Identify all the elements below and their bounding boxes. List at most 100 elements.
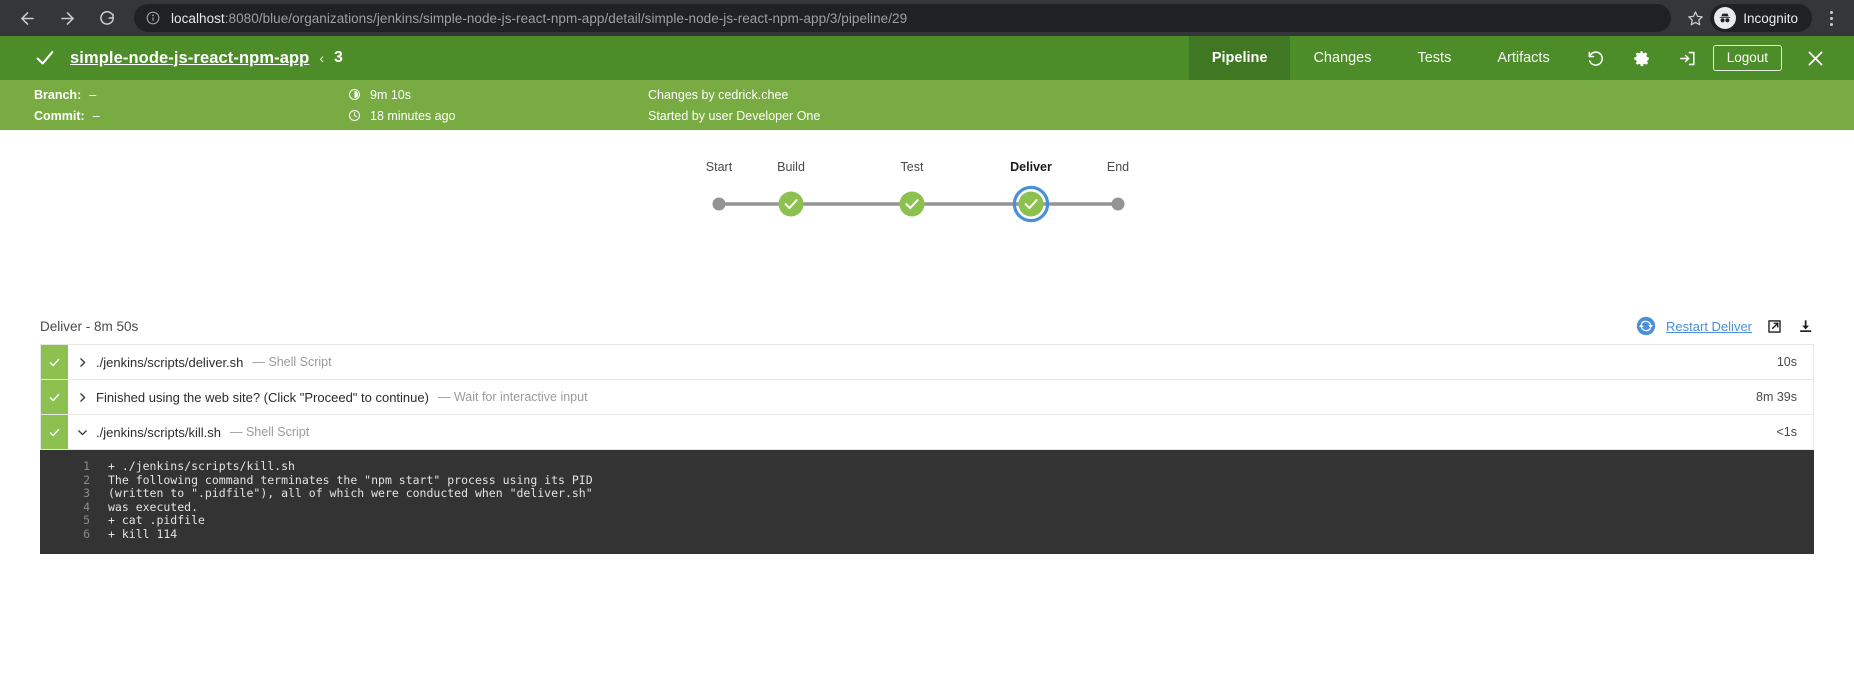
- profile-label: Incognito: [1743, 10, 1798, 26]
- time-value: 18 minutes ago: [370, 108, 456, 123]
- tab-pipeline[interactable]: Pipeline: [1188, 36, 1291, 80]
- address-bar-text: localhost:8080/blue/organizations/jenkin…: [171, 11, 907, 26]
- duration-value: 9m 10s: [370, 87, 411, 102]
- metadata-column-scm: Branch: – Commit: –: [0, 80, 348, 130]
- list-item: 4 was executed.: [40, 499, 1814, 515]
- gear-icon[interactable]: [1619, 36, 1665, 80]
- stage-label-end[interactable]: End: [1107, 160, 1129, 174]
- list-item: 5 + cat .pidfile: [40, 514, 1814, 528]
- line-text: The following command terminates the "np…: [108, 472, 593, 487]
- success-check-icon: [34, 47, 56, 69]
- bookmark-star-icon[interactable]: [1681, 10, 1704, 27]
- time-row: 18 minutes ago: [348, 109, 648, 123]
- branch-value: –: [89, 87, 97, 102]
- pipeline-header: simple-node-js-react-npm-app ‹ 3 Pipelin…: [0, 36, 1854, 130]
- replay-icon[interactable]: [1573, 36, 1619, 80]
- line-number: 2: [83, 472, 90, 487]
- stage-log-section: Deliver - 8m 50s Restart Deliver ./jenki…: [0, 308, 1854, 554]
- step-name: Finished using the web site? (Click "Pro…: [96, 389, 429, 405]
- duration-clock-icon: [348, 88, 362, 101]
- metadata-column-timing: 9m 10s 18 minutes ago: [348, 80, 648, 130]
- browser-toolbar: localhost:8080/blue/organizations/jenkin…: [0, 0, 1854, 36]
- list-item: 2 The following command terminates the "…: [40, 472, 1814, 488]
- chevron-down-icon[interactable]: [68, 415, 96, 449]
- step-duration: <1s: [1776, 425, 1797, 439]
- line-text: was executed.: [108, 499, 199, 514]
- incognito-icon: [1714, 7, 1737, 29]
- pipeline-tabs: Pipeline Changes Tests Artifacts: [1188, 36, 1573, 80]
- table-row[interactable]: Finished using the web site? (Click "Pro…: [41, 380, 1813, 415]
- restart-circular-icon[interactable]: [1636, 316, 1656, 336]
- url-path: :8080/blue/organizations/jenkins/simple-…: [224, 10, 908, 26]
- restart-stage-link[interactable]: Restart Deliver: [1666, 319, 1752, 334]
- stage-label-deliver[interactable]: Deliver: [1010, 160, 1052, 174]
- line-text: + cat .pidfile: [108, 513, 205, 528]
- logout-arrow-icon[interactable]: [1665, 36, 1711, 80]
- pipeline-header-top: simple-node-js-react-npm-app ‹ 3 Pipelin…: [0, 36, 1854, 80]
- run-metadata-bar: Branch: – Commit: – 9m 10s 18 minutes ag…: [0, 80, 1854, 130]
- commit-value: –: [92, 108, 100, 123]
- branch-row: Branch: –: [34, 88, 348, 102]
- tab-changes[interactable]: Changes: [1290, 36, 1394, 80]
- stage-log-title: Deliver - 8m 50s: [40, 318, 139, 334]
- line-number: 6: [83, 526, 90, 541]
- forward-arrow-icon[interactable]: [50, 1, 84, 35]
- url-host: localhost: [171, 10, 225, 26]
- changes-by-text: Changes by cedrick.chee: [648, 87, 789, 102]
- chevron-right-icon[interactable]: [68, 345, 96, 379]
- pipeline-graph-svg: [712, 185, 1125, 223]
- download-icon[interactable]: [1797, 318, 1814, 335]
- tab-artifacts[interactable]: Artifacts: [1474, 36, 1572, 80]
- pipeline-header-actions: Logout: [1573, 36, 1854, 80]
- stage-log-actions: Restart Deliver: [1636, 316, 1814, 336]
- address-bar[interactable]: localhost:8080/blue/organizations/jenkin…: [134, 4, 1672, 32]
- chevron-right-icon[interactable]: [68, 380, 96, 414]
- console-output[interactable]: 1 + ./jenkins/scripts/kill.sh 2 The foll…: [40, 450, 1814, 554]
- line-number: 3: [83, 486, 90, 501]
- metadata-column-causes: Changes by cedrick.chee Started by user …: [648, 80, 1854, 130]
- breadcrumb-separator: ‹: [319, 50, 324, 66]
- open-external-icon[interactable]: [1766, 318, 1783, 335]
- step-name: ./jenkins/scripts/kill.sh: [96, 424, 221, 440]
- step-info: ./jenkins/scripts/kill.sh — Shell Script: [96, 415, 1776, 449]
- list-item: 3 (written to ".pidfile"), all of which …: [40, 487, 1814, 501]
- stage-label-start[interactable]: Start: [706, 160, 732, 174]
- reload-icon[interactable]: [90, 1, 124, 35]
- line-text: + kill 114: [108, 526, 178, 541]
- site-info-icon[interactable]: [146, 11, 162, 25]
- started-by-row: Started by user Developer One: [648, 109, 1854, 123]
- pipeline-breadcrumb: simple-node-js-react-npm-app ‹ 3: [0, 36, 1189, 80]
- time-clock-icon: [348, 109, 362, 122]
- pipeline-graph: Start Build Test Deliver End: [0, 130, 1854, 308]
- step-type: — Shell Script: [229, 425, 310, 439]
- list-item: 6 + kill 114: [40, 526, 1814, 542]
- step-list: ./jenkins/scripts/deliver.sh — Shell Scr…: [40, 344, 1814, 450]
- success-check-icon: [41, 345, 68, 379]
- step-type: — Shell Script: [252, 355, 332, 369]
- branch-label: Branch:: [34, 87, 82, 102]
- list-item: 1 + ./jenkins/scripts/kill.sh: [40, 459, 1814, 474]
- close-icon[interactable]: [1792, 36, 1838, 80]
- run-number: 3: [334, 49, 343, 66]
- line-text: + ./jenkins/scripts/kill.sh: [108, 459, 295, 473]
- step-duration: 8m 39s: [1756, 390, 1797, 404]
- stage-label-build[interactable]: Build: [777, 160, 805, 174]
- table-row[interactable]: ./jenkins/scripts/deliver.sh — Shell Scr…: [41, 345, 1813, 380]
- commit-label: Commit:: [34, 108, 85, 123]
- line-number: 5: [83, 513, 90, 528]
- success-check-icon: [41, 380, 68, 414]
- tab-tests[interactable]: Tests: [1394, 36, 1474, 80]
- line-number: 4: [83, 499, 90, 514]
- profile-incognito-indicator[interactable]: Incognito: [1710, 4, 1812, 32]
- table-row[interactable]: ./jenkins/scripts/kill.sh — Shell Script…: [41, 415, 1813, 450]
- commit-row: Commit: –: [34, 109, 348, 123]
- duration-row: 9m 10s: [348, 88, 648, 102]
- kebab-menu-icon[interactable]: [1818, 10, 1844, 26]
- pipeline-name-link[interactable]: simple-node-js-react-npm-app: [70, 49, 309, 68]
- step-info: ./jenkins/scripts/deliver.sh — Shell Scr…: [96, 345, 1777, 379]
- stage-label-test[interactable]: Test: [901, 160, 924, 174]
- step-name: ./jenkins/scripts/deliver.sh: [96, 354, 244, 370]
- back-arrow-icon[interactable]: [10, 1, 44, 35]
- logout-button[interactable]: Logout: [1712, 45, 1782, 71]
- changes-by-row: Changes by cedrick.chee: [648, 88, 1854, 102]
